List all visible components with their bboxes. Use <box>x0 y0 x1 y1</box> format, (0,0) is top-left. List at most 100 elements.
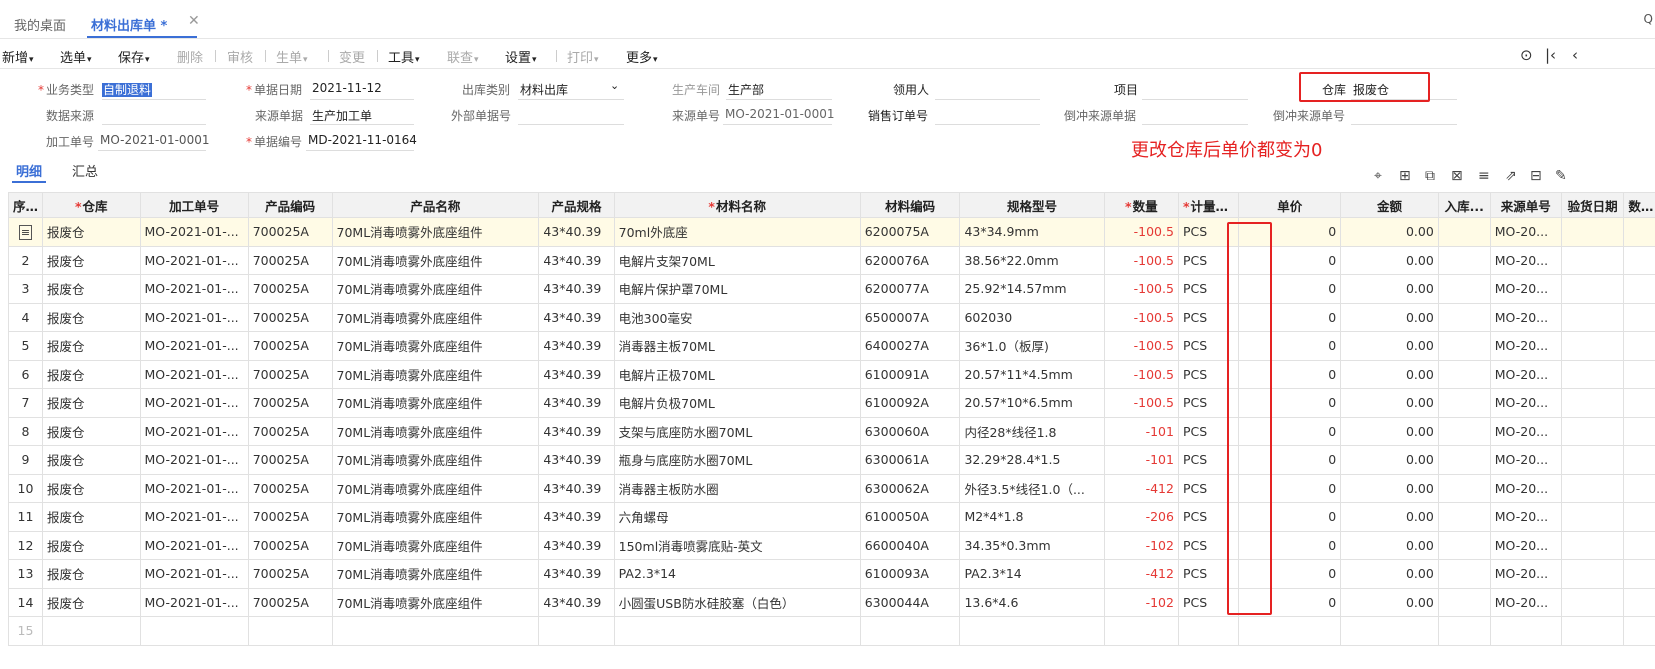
cell-inbound[interactable] <box>1437 530 1491 560</box>
cell-quantity[interactable]: -206 <box>1103 502 1179 532</box>
cell-product-name[interactable]: 70ML消毒喷雾外底座组件 <box>331 388 540 418</box>
cell-product-name[interactable]: 70ML消毒喷雾外底座组件 <box>331 416 540 446</box>
cell-unit-price[interactable] <box>1238 616 1342 646</box>
cell-seq[interactable]: 14 <box>8 587 43 617</box>
cell-product-code[interactable]: 700025A <box>247 530 333 560</box>
doc-no-field[interactable]: MD-2021-11-0164 <box>308 133 417 147</box>
cell-product-spec[interactable] <box>538 616 615 646</box>
cell-amount[interactable]: 0.00 <box>1340 587 1439 617</box>
cell-model[interactable]: 13.6*4.6 <box>959 587 1105 617</box>
cell-inspect-date[interactable] <box>1560 302 1625 332</box>
cell-data-source[interactable] <box>1623 559 1655 589</box>
cell-quantity[interactable] <box>1103 616 1179 646</box>
cell-source-no[interactable]: MO-20... <box>1489 502 1562 532</box>
cell-source-no[interactable]: MO-20... <box>1489 302 1562 332</box>
cell-model[interactable]: 20.57*11*4.5mm <box>959 359 1105 389</box>
cell-material-name[interactable] <box>613 616 861 646</box>
chevron-down-icon[interactable]: ⌄ <box>610 79 619 92</box>
cell-material-name[interactable]: 70ml外底座 <box>613 217 861 247</box>
cell-model[interactable]: 602030 <box>959 302 1105 332</box>
table-row[interactable]: 7 报废仓 MO-2021-01-... 700025A 70ML消毒喷雾外底座组件 43… <box>8 388 1655 418</box>
more-button[interactable]: 更多▾ <box>626 47 658 66</box>
link-query-button[interactable]: 联查▾ <box>447 47 479 66</box>
cell-process-no[interactable]: MO-2021-01-... <box>139 587 249 617</box>
cell-product-code[interactable]: 700025A <box>247 587 333 617</box>
cell-quantity[interactable]: -100.5 <box>1103 245 1179 275</box>
table-row[interactable]: 9 报废仓 MO-2021-01-... 700025A 70ML消毒喷雾外底座组件 43… <box>8 445 1655 475</box>
col-header-quantity[interactable]: 数量 <box>1103 192 1179 218</box>
search-icon[interactable]: Q <box>1644 12 1653 26</box>
cell-material-code[interactable]: 6500007A <box>859 302 961 332</box>
cell-warehouse[interactable]: 报废仓 <box>41 587 141 617</box>
cell-inspect-date[interactable] <box>1560 359 1625 389</box>
cell-product-name[interactable]: 70ML消毒喷雾外底座组件 <box>331 530 540 560</box>
cell-source-no[interactable]: MO-20... <box>1489 416 1562 446</box>
tab-summary[interactable]: 汇总 <box>72 161 98 180</box>
cell-inspect-date[interactable] <box>1560 559 1625 589</box>
cell-product-spec[interactable]: 43*40.39 <box>538 416 615 446</box>
cell-product-name[interactable]: 70ML消毒喷雾外底座组件 <box>331 473 540 503</box>
cell-product-spec[interactable]: 43*40.39 <box>538 302 615 332</box>
cell-product-code[interactable]: 700025A <box>247 302 333 332</box>
cell-product-spec[interactable]: 43*40.39 <box>538 388 615 418</box>
tab-detail[interactable]: 明细 <box>16 161 42 180</box>
delete-button[interactable]: 删除 <box>177 47 203 66</box>
cell-inspect-date[interactable] <box>1560 416 1625 446</box>
cell-process-no[interactable]: MO-2021-01-... <box>139 331 249 361</box>
cell-seq[interactable]: 8 <box>8 416 43 446</box>
cell-process-no[interactable]: MO-2021-01-... <box>139 445 249 475</box>
add-button[interactable]: 新增▾ <box>2 47 34 66</box>
cell-material-name[interactable]: 消毒器主板70ML <box>613 331 861 361</box>
cell-amount[interactable]: 0.00 <box>1340 359 1439 389</box>
table-row[interactable]: 6 报废仓 MO-2021-01-... 700025A 70ML消毒喷雾外底座组件 43… <box>8 359 1655 389</box>
cell-process-no[interactable]: MO-2021-01-... <box>139 559 249 589</box>
cell-process-no[interactable]: MO-2021-01-... <box>139 416 249 446</box>
prev-record-icon[interactable]: ‹ <box>1572 46 1578 64</box>
cell-amount[interactable]: 0.00 <box>1340 274 1439 304</box>
cell-product-name[interactable]: 70ML消毒喷雾外底座组件 <box>331 274 540 304</box>
add-row-icon[interactable]: ⊞ <box>1399 168 1411 184</box>
cell-seq[interactable]: ≡ <box>8 217 43 247</box>
cell-material-name[interactable]: 电解片保护罩70ML <box>613 274 861 304</box>
cell-product-code[interactable]: 700025A <box>247 559 333 589</box>
location-icon[interactable]: ⌖ <box>1374 168 1382 184</box>
cell-data-source[interactable] <box>1623 473 1655 503</box>
cell-data-source[interactable] <box>1623 217 1655 247</box>
cell-amount[interactable]: 0.00 <box>1340 416 1439 446</box>
out-type-select[interactable]: 材料出库 <box>520 81 568 98</box>
cell-source-no[interactable]: MO-20... <box>1489 217 1562 247</box>
cell-process-no[interactable] <box>139 616 249 646</box>
table-row[interactable]: 3 报废仓 MO-2021-01-... 700025A 70ML消毒喷雾外底座组件 43… <box>8 274 1655 304</box>
col-header-product-name[interactable]: 产品名称 <box>331 192 540 218</box>
source-no-field[interactable]: MO-2021-01-0001 <box>725 107 834 121</box>
cell-product-code[interactable]: 700025A <box>247 416 333 446</box>
cell-warehouse[interactable]: 报废仓 <box>41 388 141 418</box>
cell-process-no[interactable]: MO-2021-01-... <box>139 502 249 532</box>
cell-process-no[interactable]: MO-2021-01-... <box>139 473 249 503</box>
cell-product-spec[interactable]: 43*40.39 <box>538 559 615 589</box>
table-row[interactable]: 5 报废仓 MO-2021-01-... 700025A 70ML消毒喷雾外底座组件 43… <box>8 331 1655 361</box>
cell-product-name[interactable] <box>331 616 540 646</box>
tab-desktop[interactable]: 我的桌面 <box>14 15 66 34</box>
cell-source-no[interactable]: MO-20... <box>1489 331 1562 361</box>
cell-product-name[interactable]: 70ML消毒喷雾外底座组件 <box>331 445 540 475</box>
col-header-source-no[interactable]: 来源单号 <box>1489 192 1562 218</box>
cell-material-name[interactable]: 电解片正极70ML <box>613 359 861 389</box>
cell-amount[interactable]: 0.00 <box>1340 217 1439 247</box>
cell-data-source[interactable] <box>1623 616 1655 646</box>
cell-amount[interactable]: 0.00 <box>1340 388 1439 418</box>
biz-type-field[interactable]: 自制退料 <box>102 81 153 98</box>
cell-amount[interactable]: 0.00 <box>1340 502 1439 532</box>
cell-process-no[interactable]: MO-2021-01-... <box>139 274 249 304</box>
table-row[interactable]: 2 报废仓 MO-2021-01-... 700025A 70ML消毒喷雾外底座组件 43… <box>8 245 1655 275</box>
batch-edit-icon[interactable]: ≡ <box>1478 168 1490 184</box>
cell-product-code[interactable]: 700025A <box>247 502 333 532</box>
cell-inspect-date[interactable] <box>1560 616 1625 646</box>
cell-source-no[interactable]: MO-20... <box>1489 359 1562 389</box>
tools-button[interactable]: 工具▾ <box>388 47 420 66</box>
cell-warehouse[interactable]: 报废仓 <box>41 445 141 475</box>
cell-quantity[interactable]: -101 <box>1103 416 1179 446</box>
cell-inbound[interactable] <box>1437 331 1491 361</box>
col-header-seq[interactable]: 序号 <box>8 192 43 218</box>
cell-material-code[interactable]: 6100050A <box>859 502 961 532</box>
